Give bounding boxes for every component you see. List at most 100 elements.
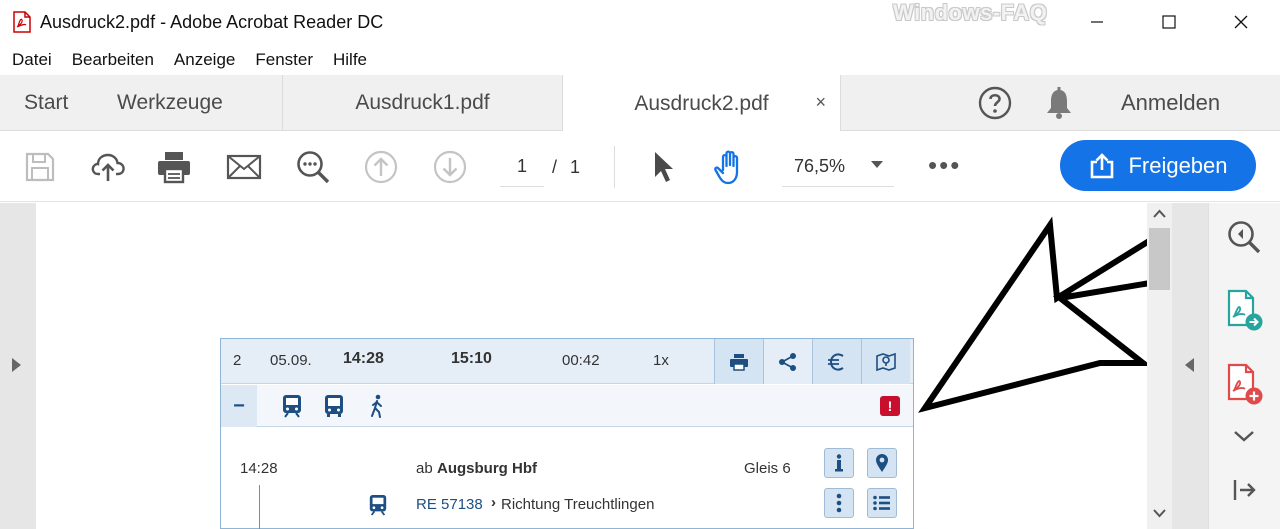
close-icon <box>1234 15 1248 29</box>
hand-tool-button[interactable] <box>712 148 750 186</box>
previous-page-button[interactable] <box>362 148 400 186</box>
menu-datei[interactable]: Datei <box>12 50 52 70</box>
export-pdf-button[interactable] <box>1226 289 1264 336</box>
bus-icon <box>325 395 343 417</box>
stops-button[interactable] <box>824 488 854 518</box>
print-button[interactable] <box>155 148 193 186</box>
left-panel-toggle[interactable] <box>12 358 21 372</box>
tools-side-panel <box>1208 203 1280 529</box>
minimize-icon <box>1091 21 1103 23</box>
mail-icon <box>226 154 262 180</box>
details-list-button[interactable] <box>867 488 897 518</box>
tab-label: Ausdruck1.pdf <box>355 91 490 114</box>
more-tools-expand-button[interactable] <box>1233 429 1255 448</box>
more-vertical-icon <box>836 493 842 513</box>
select-tool-button[interactable] <box>645 148 683 186</box>
maximize-icon <box>1162 15 1176 29</box>
warning-icon[interactable]: ! <box>880 396 900 416</box>
scroll-down-icon <box>1153 509 1166 518</box>
share-icon <box>1091 152 1114 178</box>
maximize-button[interactable] <box>1134 0 1204 44</box>
journey-map-button[interactable] <box>861 339 910 384</box>
chevron-down-icon <box>871 161 883 168</box>
tab-tools[interactable]: Werkzeuge <box>117 75 223 131</box>
signin-link[interactable]: Anmelden <box>1121 75 1220 131</box>
page-number-input[interactable]: 1 <box>500 147 544 187</box>
walk-icon <box>371 394 382 418</box>
zoom-out-button[interactable] <box>294 148 332 186</box>
scrollbar-thumb[interactable] <box>1149 228 1170 290</box>
share-button[interactable]: Freigeben <box>1060 140 1256 191</box>
bell-icon <box>1047 87 1071 119</box>
help-icon <box>978 86 1012 120</box>
menu-fenster[interactable]: Fenster <box>255 50 313 70</box>
train-icon <box>283 395 301 418</box>
tab-bar: Start Werkzeuge Ausdruck1.pdf Ausdruck2.… <box>0 75 1280 132</box>
email-button[interactable] <box>225 148 263 186</box>
journey-date: 05.09. <box>270 352 312 369</box>
departure-station: Augsburg Hbf <box>437 460 537 477</box>
euro-icon <box>828 352 844 371</box>
page-down-icon <box>433 150 467 184</box>
map-icon <box>876 352 896 371</box>
collapse-button[interactable]: − <box>221 385 257 427</box>
zoom-in-icon <box>1228 221 1261 254</box>
notifications-button[interactable] <box>1044 75 1074 131</box>
journey-print-button[interactable] <box>714 339 763 384</box>
share-icon <box>779 352 796 371</box>
menu-hilfe[interactable]: Hilfe <box>333 50 367 70</box>
zoom-in-tool-button[interactable] <box>1226 219 1262 260</box>
departure-time: 14:28 <box>240 460 278 477</box>
journey-card: 2 05.09. 14:28 15:10 00:42 1x − ! 14:28 … <box>220 338 914 529</box>
cloud-upload-icon <box>91 153 125 181</box>
upload-button[interactable] <box>89 148 127 186</box>
scroll-up-icon <box>1153 209 1166 218</box>
train-direction: Richtung Treuchtlingen <box>501 496 655 513</box>
journey-share-button[interactable] <box>763 339 812 384</box>
info-button[interactable] <box>824 448 854 478</box>
next-page-button[interactable] <box>431 148 469 186</box>
select-cursor-icon <box>655 152 673 182</box>
page-separator: / <box>552 157 558 177</box>
create-pdf-button[interactable] <box>1226 363 1264 410</box>
help-button[interactable] <box>977 75 1013 131</box>
tab-close-button[interactable]: × <box>815 92 826 113</box>
departure-prefix: ab <box>416 460 433 477</box>
train-number-link[interactable]: RE 57138 <box>416 496 483 513</box>
menu-anzeige[interactable]: Anzeige <box>174 50 235 70</box>
departure-platform: Gleis 6 <box>744 460 791 477</box>
journey-arrival: 15:10 <box>451 350 492 367</box>
tab-document-1[interactable]: Ausdruck1.pdf <box>282 75 562 131</box>
save-icon <box>25 152 55 182</box>
tab-start[interactable]: Start <box>24 75 68 131</box>
journey-index: 2 <box>233 352 242 369</box>
share-label: Freigeben <box>1128 152 1228 178</box>
panel-collapse-icon <box>1233 480 1256 500</box>
close-window-button[interactable] <box>1206 0 1276 44</box>
location-pin-icon <box>876 454 888 472</box>
collapse-panel-button[interactable] <box>1233 479 1257 506</box>
zoom-out-icon <box>297 151 330 184</box>
minimize-button[interactable] <box>1062 0 1132 44</box>
tab-label: Ausdruck2.pdf <box>634 91 769 115</box>
page-total: 1 <box>570 157 581 177</box>
menu-bar: Datei Bearbeiten Anzeige Fenster Hilfe <box>0 46 1280 74</box>
tab-document-2[interactable]: Ausdruck2.pdf × <box>562 75 841 132</box>
location-button[interactable] <box>867 448 897 478</box>
save-button[interactable] <box>21 148 59 186</box>
toolbar-divider <box>614 146 615 188</box>
chevron-right-icon: › <box>491 494 496 511</box>
right-panel-toggle[interactable] <box>1185 358 1194 372</box>
pdf-file-icon <box>13 11 31 33</box>
more-tools-button[interactable]: ••• <box>928 150 961 181</box>
train-icon <box>369 495 387 516</box>
hand-tool-icon <box>714 150 739 185</box>
journey-header: 2 05.09. 14:28 15:10 00:42 1x <box>221 339 913 384</box>
menu-bearbeiten[interactable]: Bearbeiten <box>72 50 154 70</box>
journey-departure: 14:28 <box>343 350 384 367</box>
window-title: Ausdruck2.pdf - Adobe Acrobat Reader DC <box>40 12 384 32</box>
info-icon <box>835 454 843 472</box>
print-icon <box>730 353 748 371</box>
journey-changes: 1x <box>653 352 669 369</box>
journey-price-button[interactable] <box>812 339 861 384</box>
